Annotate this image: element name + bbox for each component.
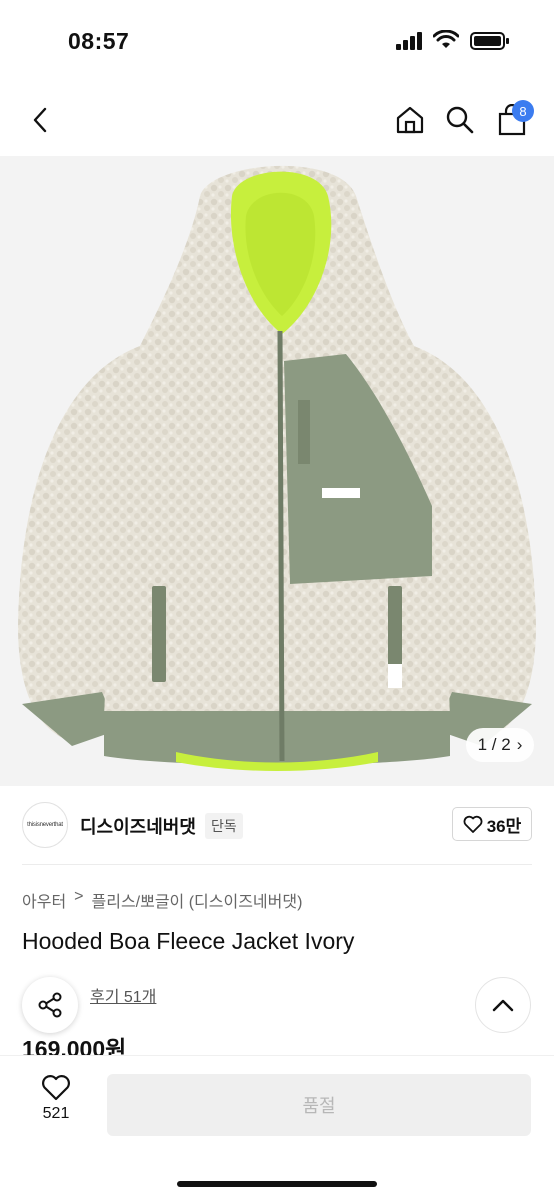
product-image-carousel[interactable] — [0, 156, 554, 786]
cart-button[interactable]: 8 — [488, 90, 536, 150]
image-pager[interactable]: 1 / 2 › — [466, 728, 534, 762]
product-title: Hooded Boa Fleece Jacket Ivory — [22, 928, 355, 954]
back-button[interactable] — [16, 90, 64, 150]
cellular-signal-icon — [396, 32, 422, 50]
chevron-left-icon — [33, 107, 47, 133]
heart-icon — [42, 1075, 70, 1101]
sold-out-button[interactable]: 품절 — [107, 1074, 531, 1136]
brand-logo[interactable]: thisisneverthat — [22, 802, 68, 848]
status-time: 08:57 — [68, 28, 130, 54]
brand-like-button[interactable]: 36만 — [452, 807, 532, 841]
breadcrumb-category[interactable]: 아우터 — [22, 888, 66, 912]
scroll-top-button[interactable] — [475, 977, 531, 1033]
wishlist-count: 521 — [42, 1105, 70, 1122]
status-bar: 08:57 — [0, 0, 554, 80]
cart-count-badge: 8 — [512, 100, 534, 122]
wishlist-button[interactable]: 521 — [26, 1074, 86, 1123]
battery-icon — [470, 32, 509, 50]
pager-index: 1 / 2 — [477, 735, 511, 754]
home-icon — [396, 106, 424, 134]
chevron-up-icon — [492, 999, 514, 1012]
fleece-jacket-image — [18, 165, 536, 771]
top-navigation: 8 — [0, 90, 554, 150]
share-button[interactable] — [22, 977, 78, 1033]
exclusive-tag: 단독 — [205, 813, 243, 839]
review-count-link[interactable]: 후기 51개 — [90, 983, 156, 1007]
search-button[interactable] — [436, 90, 484, 150]
heart-icon — [463, 815, 483, 833]
brand-like-count: 36만 — [486, 816, 522, 836]
home-indicator — [177, 1181, 377, 1187]
breadcrumb-separator: > — [74, 888, 84, 905]
breadcrumb-subcategory[interactable]: 플리스/뽀글이 (디스이즈네버댓) — [92, 888, 303, 912]
brand-logo-text: thisisneverthat — [27, 822, 63, 828]
search-icon — [446, 106, 474, 134]
wifi-icon — [433, 30, 459, 48]
brand-row: thisisneverthat 디스이즈네버댓 단독 36만 — [0, 800, 554, 850]
chevron-right-icon: › — [516, 735, 523, 754]
divider — [22, 864, 532, 865]
brand-name[interactable]: 디스이즈네버댓 — [80, 813, 196, 839]
bottom-action-bar: 521 품절 — [0, 1055, 554, 1200]
share-icon — [38, 992, 62, 1018]
home-button[interactable] — [386, 90, 434, 150]
breadcrumb: 아우터 > 플리스/뽀글이 (디스이즈네버댓) — [22, 888, 302, 912]
